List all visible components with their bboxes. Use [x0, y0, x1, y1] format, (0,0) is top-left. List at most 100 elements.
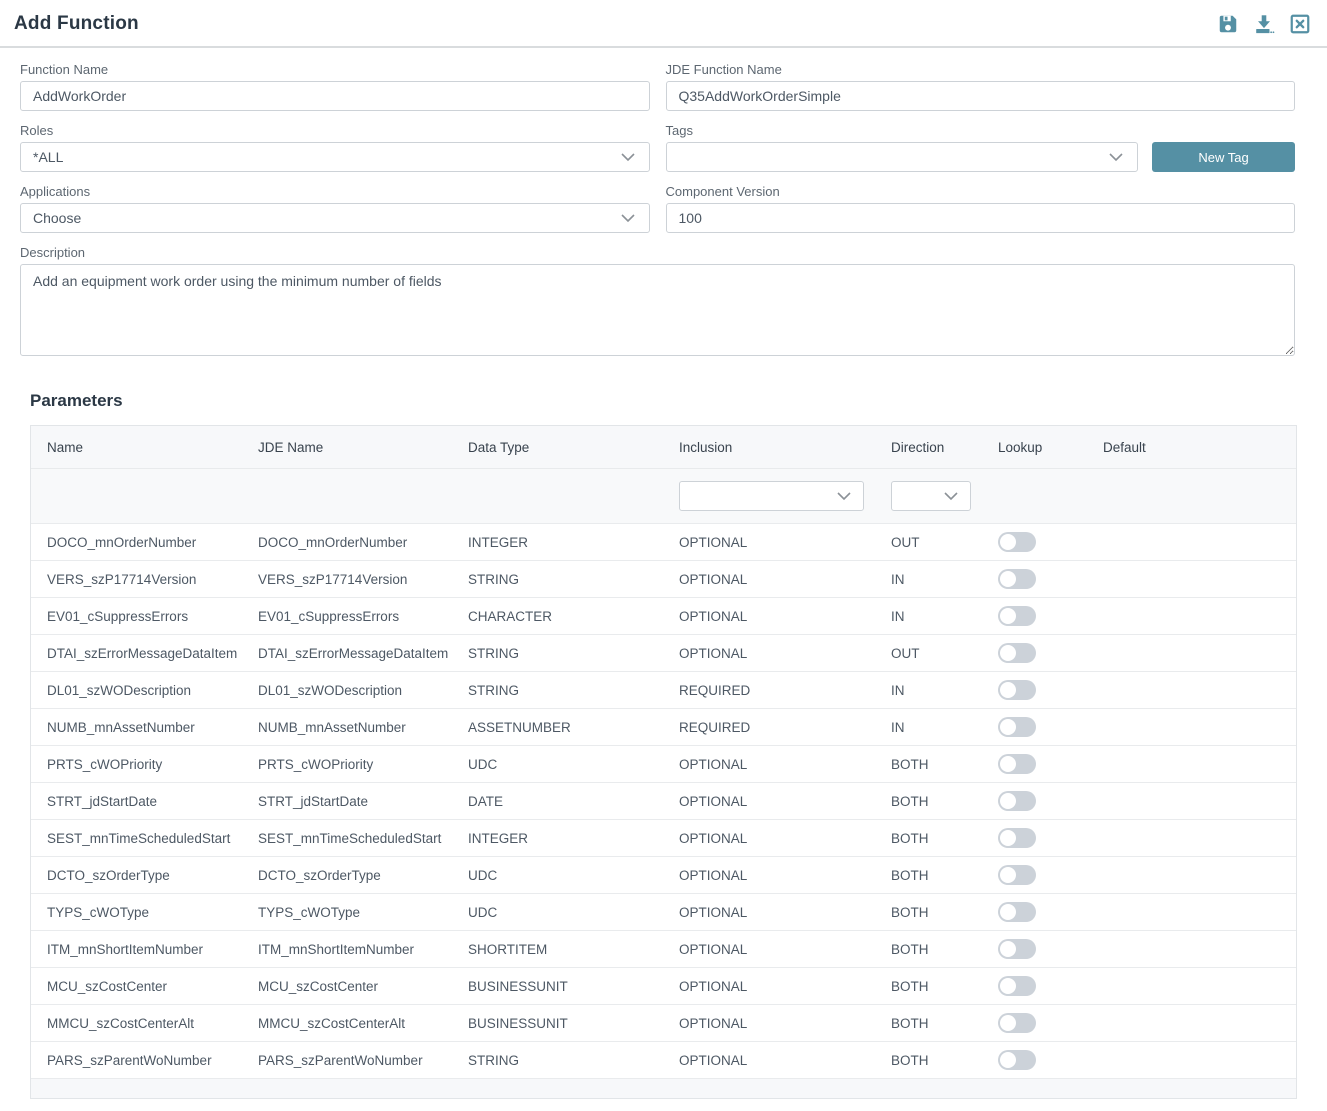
- param-jde-name: DTAI_szErrorMessageDataItem: [242, 646, 452, 661]
- param-inclusion: OPTIONAL: [663, 868, 875, 883]
- param-name: PRTS_cWOPriority: [31, 757, 242, 772]
- component-version-label: Component Version: [666, 184, 1296, 199]
- lookup-toggle[interactable]: [998, 532, 1036, 552]
- param-inclusion: REQUIRED: [663, 683, 875, 698]
- table-filter-row: [31, 468, 1296, 523]
- applications-select[interactable]: Choose: [20, 203, 650, 233]
- param-lookup-cell: [982, 754, 1087, 774]
- inclusion-filter-select[interactable]: [679, 481, 864, 511]
- param-jde-name: TYPS_cWOType: [242, 905, 452, 920]
- param-name: TYPS_cWOType: [31, 905, 242, 920]
- table-row: ITM_mnShortItemNumber ITM_mnShortItemNum…: [31, 930, 1296, 967]
- lookup-toggle[interactable]: [998, 976, 1036, 996]
- param-data-type: UDC: [452, 868, 663, 883]
- table-row: PARS_szParentWoNumber PARS_szParentWoNum…: [31, 1041, 1296, 1078]
- table-row: DL01_szWODescription DL01_szWODescriptio…: [31, 671, 1296, 708]
- param-inclusion: OPTIONAL: [663, 942, 875, 957]
- lookup-toggle[interactable]: [998, 939, 1036, 959]
- save-icon[interactable]: [1217, 13, 1239, 35]
- param-inclusion: OPTIONAL: [663, 609, 875, 624]
- tags-select[interactable]: [666, 142, 1139, 172]
- param-inclusion: OPTIONAL: [663, 831, 875, 846]
- param-jde-name: DL01_szWODescription: [242, 683, 452, 698]
- param-data-type: STRING: [452, 646, 663, 661]
- table-row: EV01_cSuppressErrors EV01_cSuppressError…: [31, 597, 1296, 634]
- tags-field: Tags New Tag: [666, 123, 1296, 172]
- column-header-jde-name: JDE Name: [242, 440, 452, 455]
- table-row: DCTO_szOrderType DCTO_szOrderType UDC OP…: [31, 856, 1296, 893]
- new-tag-button[interactable]: New Tag: [1152, 142, 1295, 172]
- param-direction: IN: [875, 720, 982, 735]
- lookup-toggle[interactable]: [998, 1050, 1036, 1070]
- lookup-toggle[interactable]: [998, 828, 1036, 848]
- column-header-direction: Direction: [875, 440, 982, 455]
- toggle-knob: [1000, 793, 1016, 809]
- lookup-toggle[interactable]: [998, 643, 1036, 663]
- lookup-toggle[interactable]: [998, 791, 1036, 811]
- table-row: PRTS_cWOPriority PRTS_cWOPriority UDC OP…: [31, 745, 1296, 782]
- chevron-down-icon: [837, 491, 851, 501]
- param-data-type: STRING: [452, 572, 663, 587]
- param-lookup-cell: [982, 1050, 1087, 1070]
- direction-filter-select[interactable]: [891, 481, 971, 511]
- column-header-data-type: Data Type: [452, 440, 663, 455]
- applications-selected-value: Choose: [33, 210, 81, 226]
- param-name: ITM_mnShortItemNumber: [31, 942, 242, 957]
- param-lookup-cell: [982, 643, 1087, 663]
- param-name: EV01_cSuppressErrors: [31, 609, 242, 624]
- param-direction: BOTH: [875, 905, 982, 920]
- parameters-table: Name JDE Name Data Type Inclusion Direct…: [30, 425, 1297, 1099]
- toggle-knob: [1000, 867, 1016, 883]
- param-inclusion: OPTIONAL: [663, 979, 875, 994]
- param-name: STRT_jdStartDate: [31, 794, 242, 809]
- lookup-toggle[interactable]: [998, 754, 1036, 774]
- param-data-type: STRING: [452, 683, 663, 698]
- roles-select[interactable]: *ALL: [20, 142, 650, 172]
- table-row: SEST_mnTimeScheduledStart SEST_mnTimeSch…: [31, 819, 1296, 856]
- lookup-toggle[interactable]: [998, 1013, 1036, 1033]
- lookup-toggle[interactable]: [998, 902, 1036, 922]
- param-jde-name: PARS_szParentWoNumber: [242, 1053, 452, 1068]
- param-lookup-cell: [982, 902, 1087, 922]
- param-lookup-cell: [982, 569, 1087, 589]
- param-data-type: UDC: [452, 757, 663, 772]
- function-name-input[interactable]: [20, 81, 650, 111]
- column-header-lookup: Lookup: [982, 440, 1087, 455]
- jde-function-name-input[interactable]: [666, 81, 1296, 111]
- lookup-toggle[interactable]: [998, 569, 1036, 589]
- applications-field: Applications Choose: [20, 184, 650, 233]
- param-name: DTAI_szErrorMessageDataItem: [31, 646, 242, 661]
- param-jde-name: NUMB_mnAssetNumber: [242, 720, 452, 735]
- param-direction: OUT: [875, 646, 982, 661]
- param-jde-name: SEST_mnTimeScheduledStart: [242, 831, 452, 846]
- table-row: TYPS_cWOType TYPS_cWOType UDC OPTIONAL B…: [31, 893, 1296, 930]
- table-row: STRT_jdStartDate STRT_jdStartDate DATE O…: [31, 782, 1296, 819]
- lookup-toggle[interactable]: [998, 680, 1036, 700]
- roles-field: Roles *ALL: [20, 123, 650, 172]
- lookup-toggle[interactable]: [998, 717, 1036, 737]
- param-inclusion: OPTIONAL: [663, 646, 875, 661]
- close-icon[interactable]: [1289, 13, 1311, 35]
- param-direction: BOTH: [875, 1016, 982, 1031]
- toggle-knob: [1000, 1052, 1016, 1068]
- param-name: MCU_szCostCenter: [31, 979, 242, 994]
- roles-selected-value: *ALL: [33, 149, 63, 165]
- lookup-toggle[interactable]: [998, 606, 1036, 626]
- param-inclusion: REQUIRED: [663, 720, 875, 735]
- param-name: VERS_szP17714Version: [31, 572, 242, 587]
- param-lookup-cell: [982, 717, 1087, 737]
- description-textarea[interactable]: Add an equipment work order using the mi…: [20, 264, 1295, 356]
- param-name: DOCO_mnOrderNumber: [31, 535, 242, 550]
- table-body: DOCO_mnOrderNumber DOCO_mnOrderNumber IN…: [31, 523, 1296, 1078]
- download-icon[interactable]: [1253, 13, 1275, 35]
- toggle-knob: [1000, 978, 1016, 994]
- param-jde-name: PRTS_cWOPriority: [242, 757, 452, 772]
- lookup-toggle[interactable]: [998, 865, 1036, 885]
- param-inclusion: OPTIONAL: [663, 572, 875, 587]
- param-inclusion: OPTIONAL: [663, 794, 875, 809]
- table-row: MCU_szCostCenter MCU_szCostCenter BUSINE…: [31, 967, 1296, 1004]
- component-version-input[interactable]: [666, 203, 1296, 233]
- function-form: Function Name JDE Function Name Roles *A…: [0, 48, 1327, 361]
- jde-function-name-field: JDE Function Name: [666, 62, 1296, 111]
- param-data-type: DATE: [452, 794, 663, 809]
